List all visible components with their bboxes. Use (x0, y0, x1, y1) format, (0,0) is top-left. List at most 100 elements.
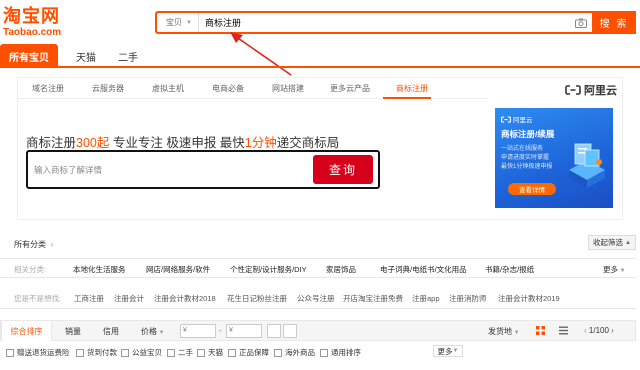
related-category[interactable]: 网店/网络服务/软件 (146, 264, 210, 275)
related-category[interactable]: 本地化生活服务 (73, 264, 126, 275)
collapse-filters-button[interactable]: 收起筛选 ▲ (588, 235, 636, 250)
ad-nav-item[interactable]: 电商必备 (212, 83, 244, 94)
next-page-icon[interactable]: › (611, 326, 614, 335)
grid-view-icon[interactable] (536, 326, 545, 337)
checkbox-box (228, 348, 236, 357)
sort-by-sales[interactable]: 销量 (65, 326, 81, 337)
trademark-query-button[interactable]: 查询 (313, 155, 373, 184)
ad-nav-item[interactable]: 网站搭建 (272, 83, 304, 94)
ad-nav-item[interactable]: 云服务器 (92, 83, 124, 94)
page-indicator: 1/100 (588, 326, 609, 335)
ship-from-label: 发货地 (488, 327, 512, 336)
camera-icon[interactable] (570, 13, 592, 32)
ad-nav-item[interactable]: 域名注册 (32, 83, 64, 94)
suggestion-link[interactable]: 注册app (412, 293, 440, 304)
logo-en-text: Taobao.com (3, 27, 62, 38)
suggestion-link[interactable]: 注册会计 (114, 293, 144, 304)
filter-checkbox[interactable]: 天猫 (197, 347, 223, 358)
related-label: 相关分类: (14, 265, 47, 274)
checkbox-box (6, 348, 14, 357)
logo-cn-text: 淘宝网 (3, 6, 60, 27)
checkbox-box (320, 348, 328, 357)
filter-checkbox[interactable]: 通用排序 (320, 347, 361, 358)
list-view-icon[interactable] (559, 326, 568, 337)
all-categories-breadcrumb[interactable]: 所有分类 › (14, 239, 53, 250)
slogan-price: 300起 (76, 136, 110, 150)
chevron-down-icon: ▼ (618, 268, 626, 274)
ad-nav-item[interactable]: 虚拟主机 (152, 83, 184, 94)
ad-nav-item[interactable]: 更多云产品 (330, 83, 370, 94)
filter-checkbox[interactable]: 货到付款 (76, 347, 117, 358)
sort-bar: 综合排序 销量 信用 价格 ▼ ¥ - ¥ 发货地 ▼ ‹ 1/100 › (0, 320, 636, 341)
related-category[interactable]: 个性定制/设计服务/DIY (230, 264, 307, 275)
taobao-logo[interactable]: 淘宝网 Taobao.com (3, 6, 67, 39)
price-toggle-box[interactable] (283, 324, 297, 338)
tab-tmall[interactable]: 天猫 (66, 44, 106, 68)
aliyun-icon (565, 85, 581, 95)
active-underline (383, 97, 431, 99)
filter-checkbox[interactable]: 赠送退货运费险 (6, 347, 70, 358)
suggestion-link[interactable]: 开店淘宝注册免费 (343, 293, 403, 304)
tab-secondhand[interactable]: 二手 (108, 44, 148, 68)
related-category[interactable]: 电子词典/电纸书/文化用品 (380, 264, 467, 275)
sort-by-price[interactable]: 价格 ▼ (141, 326, 165, 337)
price-separator: - (219, 326, 222, 335)
more-filters-label: 更多 (437, 346, 453, 356)
filter-checkbox[interactable]: 海外商品 (274, 347, 315, 358)
slogan-part: 递交商标局 (276, 136, 340, 150)
price-min-input[interactable]: ¥ (180, 324, 216, 338)
suggestion-link[interactable]: 注册消防师 (449, 293, 487, 304)
filter-checkbox-label: 海外商品 (285, 348, 315, 357)
suggestion-link[interactable]: 注册会计教材2019 (498, 293, 560, 304)
aliyun-logo[interactable]: 阿里云 (565, 82, 617, 98)
ad-nav-item-active[interactable]: 商标注册 (396, 83, 428, 94)
ad-slogan: 商标注册300起 专业专注 极速申报 最快1分钟递交商标局 (26, 132, 339, 151)
all-categories-label: 所有分类 (14, 240, 46, 249)
search-scope-select[interactable]: 宝贝 ▼ (157, 13, 199, 32)
filter-checkbox-label: 货到付款 (87, 348, 117, 357)
suggestion-link[interactable]: 花生日记粉丝注册 (227, 293, 287, 304)
prev-page-icon[interactable]: ‹ (584, 326, 587, 335)
banner-line: 申请进度实时掌握 (501, 155, 550, 161)
aliyun-icon (501, 115, 511, 123)
more-filters-button[interactable]: 更多 ▼ (433, 345, 463, 357)
more-label: 更多 (603, 265, 618, 274)
ship-from-select[interactable]: 发货地 ▼ (488, 326, 520, 337)
trademark-input[interactable]: 输入商标了解详情 (34, 164, 102, 176)
filter-checkbox[interactable]: 公益宝贝 (121, 347, 162, 358)
checkbox-box (274, 348, 282, 357)
ad-nav: 域名注册 云服务器 虚拟主机 电商必备 网站搭建 更多云产品 商标注册 (18, 78, 488, 99)
filter-checkbox[interactable]: 正品保障 (228, 347, 269, 358)
sort-default[interactable]: 综合排序 (1, 320, 52, 341)
tab-all-items[interactable]: 所有宝贝 (0, 44, 58, 68)
collapse-filters-label: 收起筛选 (593, 238, 624, 247)
chevron-down-icon: ▼ (512, 330, 520, 336)
suggestion-link[interactable]: 工商注册 (74, 293, 104, 304)
sort-by-credit[interactable]: 信用 (103, 326, 119, 337)
checkbox-box (167, 348, 175, 357)
filter-checkbox-label: 正品保障 (239, 348, 269, 357)
chevron-up-icon: ▲ (625, 239, 631, 246)
related-more-button[interactable]: 更多 ▼ (603, 264, 626, 275)
aliyun-ad-panel: 域名注册 云服务器 虚拟主机 电商必备 网站搭建 更多云产品 商标注册 阿里云 … (17, 77, 623, 220)
suggestion-link[interactable]: 公众号注册 (297, 293, 335, 304)
banner-illustration (569, 143, 605, 188)
search-button[interactable]: 搜 索 (592, 11, 636, 34)
related-category[interactable]: 家居饰品 (326, 264, 356, 275)
related-category[interactable]: 书籍/杂志/报纸 (485, 264, 534, 275)
aliyun-promo-banner[interactable]: 阿里云 商标注册/续展 一站式在线服务 申请进度实时掌握 最快1分钟极速申报 查… (495, 108, 613, 208)
suggestions-row: 您是不是想找: 工商注册 注册会计 注册会计教材2018 花生日记粉丝注册 公众… (0, 285, 636, 309)
related-categories-row: 相关分类: 本地化生活服务 网店/网络服务/软件 个性定制/设计服务/DIY 家… (0, 258, 636, 278)
price-max-input[interactable]: ¥ (226, 324, 262, 338)
price-toggle-box[interactable] (267, 324, 281, 338)
suggestion-link[interactable]: 注册会计教材2018 (154, 293, 216, 304)
checkbox-box (76, 348, 84, 357)
banner-detail-button[interactable]: 查看详情 (508, 183, 556, 195)
filter-checkbox[interactable]: 二手 (167, 347, 193, 358)
filter-checkbox-label: 赠送退货运费险 (17, 348, 70, 357)
chevron-down-icon: ▼ (157, 330, 165, 336)
aliyun-name: 阿里云 (584, 85, 617, 97)
banner-logo-text: 阿里云 (513, 117, 533, 124)
checkbox-box (121, 348, 129, 357)
pagination: ‹ 1/100 › (584, 326, 614, 335)
